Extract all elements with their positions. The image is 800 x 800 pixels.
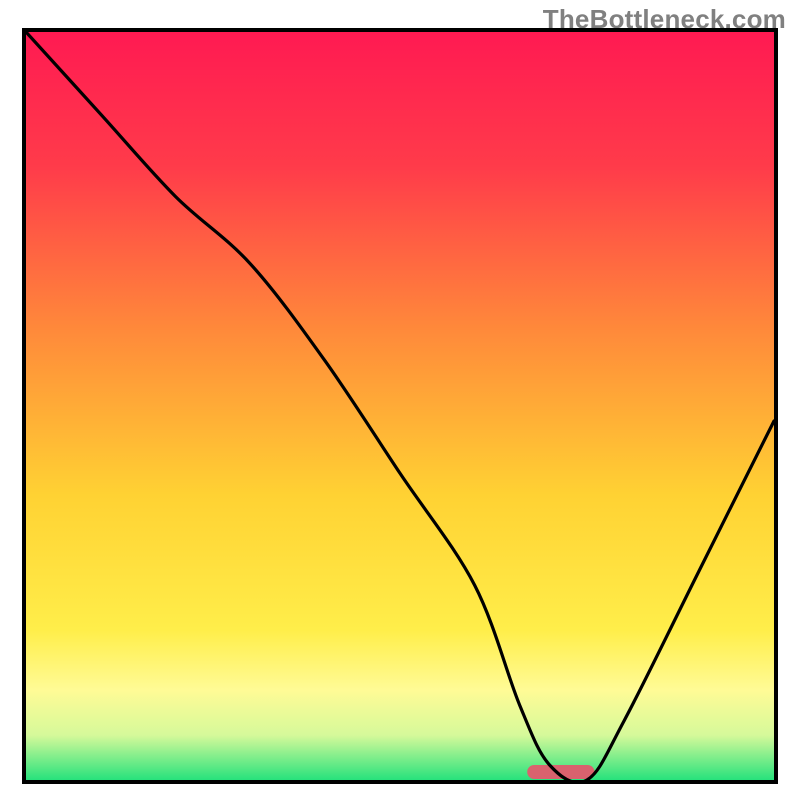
gradient-background — [26, 32, 774, 780]
chart-frame — [22, 28, 778, 784]
chart-container: TheBottleneck.com — [0, 0, 800, 800]
chart-svg — [26, 32, 774, 780]
